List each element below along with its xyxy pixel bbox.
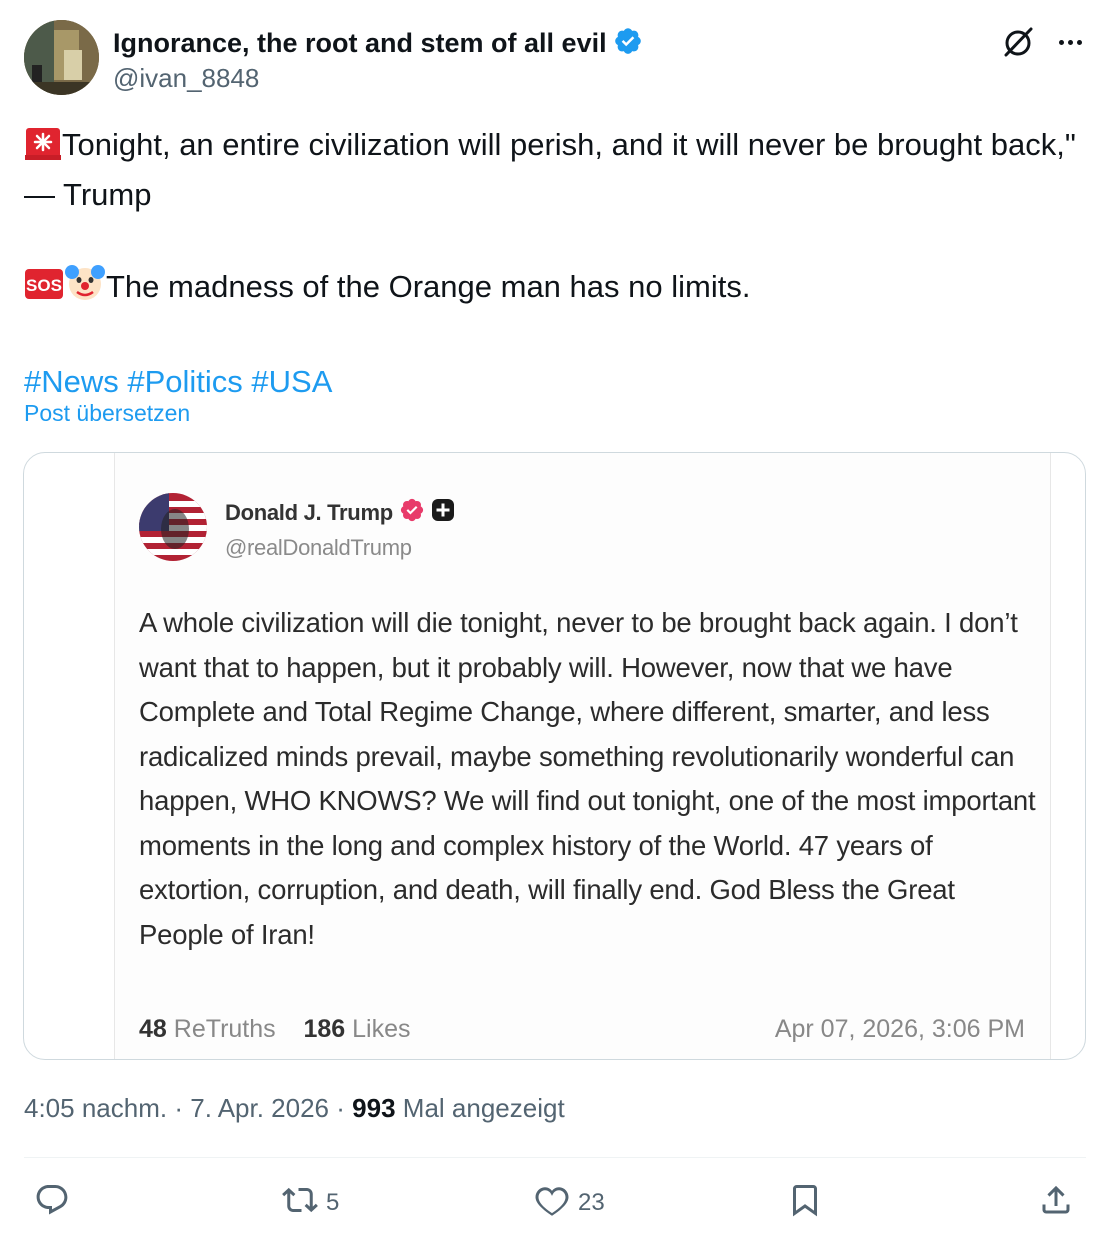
siren-emoji-icon — [24, 124, 62, 172]
reply-icon — [34, 1182, 70, 1225]
repost-icon — [282, 1182, 318, 1225]
embedded-verified-icon — [399, 497, 425, 528]
truth-social-screenshot: Donald J. Trump @realDonaldTrump A whole… — [114, 453, 1051, 1059]
meta-separator: · — [174, 1093, 183, 1123]
embedded-handle: @realDonaldTrump — [225, 535, 412, 560]
action-bar: 5 23 — [24, 1180, 1086, 1226]
views-count: 993 — [352, 1093, 396, 1123]
post-line-2: The madness of the Orange man has no lim… — [106, 269, 751, 304]
like-count: 23 — [578, 1189, 605, 1216]
share-icon — [1038, 1182, 1074, 1225]
sos-emoji-icon: SOS — [24, 266, 64, 314]
post-line-1: Tonight, an entire civilization will per… — [24, 127, 1076, 212]
grok-icon[interactable] — [1000, 24, 1036, 60]
repost-count: 5 — [326, 1189, 340, 1216]
more-options-icon[interactable] — [1054, 30, 1086, 54]
divider — [24, 1157, 1086, 1158]
post-media-image[interactable]: Donald J. Trump @realDonaldTrump A whole… — [23, 452, 1086, 1060]
post-header: Ignorance, the root and stem of all evil… — [24, 20, 1086, 100]
views-label: Mal angezeigt — [402, 1093, 565, 1123]
likes-count: 186 — [303, 1015, 346, 1043]
verified-badge-icon — [613, 26, 643, 61]
likes-label: Likes — [352, 1015, 411, 1043]
post-hashtags[interactable]: #News #Politics #USA — [24, 359, 1086, 404]
share-button[interactable] — [1038, 1180, 1074, 1226]
retruths-label: ReTruths — [173, 1015, 276, 1043]
translate-post-link[interactable]: Post übersetzen — [24, 400, 190, 427]
svg-text:SOS: SOS — [26, 276, 62, 295]
meta-separator: · — [336, 1093, 345, 1123]
bookmark-button[interactable] — [787, 1180, 823, 1226]
post-text: Tonight, an entire civilization will per… — [24, 122, 1086, 404]
embedded-display-name: Donald J. Trump — [225, 499, 393, 525]
embedded-post-date: Apr 07, 2026, 3:06 PM — [774, 1015, 1025, 1043]
reply-button[interactable] — [34, 1180, 78, 1226]
trump-avatar — [139, 493, 207, 561]
embedded-post-body: A whole civilization will die tonight, n… — [139, 607, 1036, 950]
author-handle[interactable]: @ivan_8848 — [113, 63, 259, 94]
post-date[interactable]: 7. Apr. 2026 — [190, 1093, 329, 1123]
author-display-name[interactable]: Ignorance, the root and stem of all evil — [113, 28, 607, 59]
bookmark-icon — [787, 1182, 823, 1225]
like-button[interactable]: 23 — [534, 1180, 605, 1226]
author-avatar[interactable] — [24, 20, 99, 95]
post-meta: 4:05 nachm. · 7. Apr. 2026 · 993 Mal ang… — [24, 1093, 565, 1124]
heart-icon — [534, 1182, 570, 1225]
embedded-plus-icon — [431, 498, 455, 527]
retruths-count: 48 — [139, 1015, 167, 1043]
clown-face-emoji-icon — [64, 262, 106, 314]
post-time[interactable]: 4:05 nachm. — [24, 1093, 167, 1123]
repost-button[interactable]: 5 — [282, 1180, 339, 1226]
